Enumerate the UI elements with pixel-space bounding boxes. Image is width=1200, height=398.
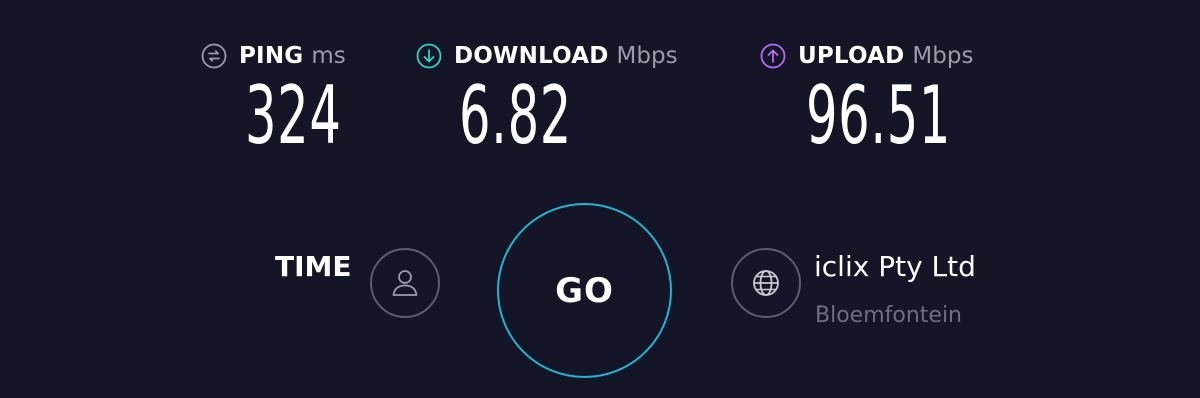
ping-label: PING: [239, 43, 304, 69]
download-label: DOWNLOAD: [454, 43, 609, 69]
upload-unit: Mbps: [912, 43, 974, 69]
user-icon: [392, 270, 418, 296]
change-server-button[interactable]: [731, 248, 801, 318]
download-unit: Mbps: [616, 43, 678, 69]
ping-unit: ms: [311, 43, 346, 69]
go-label: GO: [555, 270, 614, 311]
upload-arrow-icon: [760, 43, 786, 69]
server-location[interactable]: Bloemfontein: [815, 303, 962, 328]
upload-metric: UPLOAD Mbps 96.51: [760, 38, 974, 156]
results-button[interactable]: [370, 248, 440, 318]
download-metric: DOWNLOAD Mbps 6.82: [416, 38, 678, 156]
download-arrow-icon: [416, 43, 442, 69]
go-button[interactable]: GO: [497, 203, 672, 378]
download-value: 6.82: [459, 69, 572, 162]
server-provider: iclix Pty Ltd: [814, 250, 976, 283]
speedtest-panel: PING ms 324 DOWNLOAD Mbps 6.82 UPLOAD Mb…: [0, 0, 1200, 398]
ping-metric: PING ms 324: [201, 38, 346, 156]
upload-label: UPLOAD: [798, 43, 905, 69]
globe-icon: [753, 270, 779, 296]
time-label: TIME: [275, 250, 352, 283]
upload-value: 96.51: [806, 69, 952, 162]
ping-value: 324: [245, 69, 342, 162]
ping-icon: [201, 43, 227, 69]
